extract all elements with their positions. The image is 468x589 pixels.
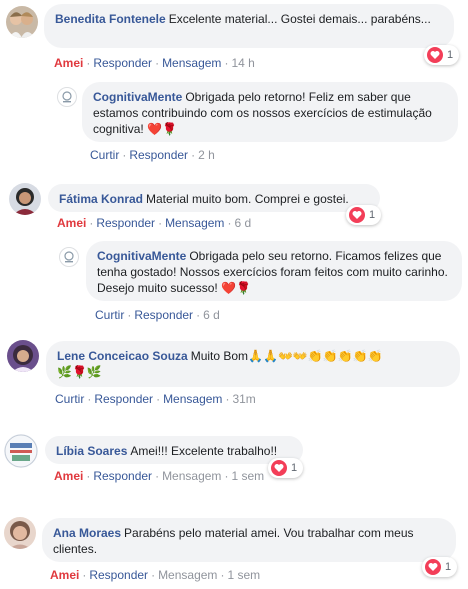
cognitivamente-logo-icon[interactable] (59, 247, 79, 267)
flower-emoji: 🌿🌹🌿 (57, 365, 102, 379)
reaction-count: 1 (369, 209, 376, 221)
comment-author[interactable]: Benedita Fontenele (55, 12, 166, 26)
avatar-benedita[interactable] (6, 6, 38, 38)
comment-actions: Amei · Responder · Mensagem · 14 h (54, 56, 255, 70)
love-button[interactable]: Amei (54, 56, 83, 70)
hands-emoji: 🙏🙏👐👐👏👏👏👏👏 (248, 349, 383, 363)
love-button[interactable]: Amei (50, 568, 79, 582)
comment-author[interactable]: Líbia Soares (56, 444, 127, 458)
comment-author[interactable]: Fátima Konrad (59, 192, 143, 206)
avatar-ana[interactable] (4, 517, 36, 549)
reaction-count: 1 (445, 561, 452, 573)
timestamp[interactable]: 2 h (198, 148, 215, 162)
heart-icon (427, 47, 443, 63)
comment-text: Amei!!! Excelente trabalho!! (130, 444, 278, 458)
comment-bubble: Lene Conceicao Souza Muito Bom🙏🙏👐👐👏👏👏👏👏 🌿… (46, 341, 460, 387)
avatar-fatima[interactable] (9, 183, 41, 215)
reaction-badge[interactable]: 1 (268, 458, 304, 478)
comment-text: Material muito bom. Comprei e gostei. (146, 192, 349, 206)
message-button[interactable]: Mensagem (162, 56, 221, 70)
comment-bubble: Benedita Fontenele Excelente material... … (44, 4, 454, 48)
comment-bubble: Líbia Soares Amei!!! Excelente trabalho!! (45, 436, 303, 464)
comment-author[interactable]: Lene Conceicao Souza (57, 349, 188, 363)
comment-text: Muito Bom (190, 349, 249, 363)
reply-button[interactable]: Responder (129, 148, 188, 162)
heart-icon (425, 559, 441, 575)
comment-actions: Amei · Responder · Mensagem · 6 d (57, 216, 252, 230)
avatar-libia[interactable] (4, 434, 38, 468)
cognitivamente-logo-icon[interactable] (57, 87, 77, 107)
love-button[interactable]: Amei (54, 469, 83, 483)
reply-button[interactable]: Responder (93, 56, 152, 70)
timestamp[interactable]: 14 h (231, 56, 254, 70)
avatar-lene[interactable] (7, 340, 39, 372)
reply-button[interactable]: Responder (89, 568, 148, 582)
timestamp[interactable]: 31m (232, 392, 255, 406)
comment-bubble: Ana Moraes Parabéns pelo material amei. V… (42, 518, 456, 562)
reply-bubble: CognitivaMente Obrigada pelo retorno! Fel… (82, 82, 458, 142)
reaction-badge[interactable]: 1 (422, 557, 458, 577)
timestamp[interactable]: 1 sem (231, 469, 264, 483)
timestamp[interactable]: 6 d (234, 216, 251, 230)
comment-actions: Amei · Responder · Mensagem · 1 sem (54, 469, 265, 483)
timestamp[interactable]: 1 sem (227, 568, 260, 582)
message-button[interactable]: Mensagem (162, 469, 221, 483)
reaction-count: 1 (291, 462, 298, 474)
comment-bubble: Fátima Konrad Material muito bom. Comprei… (48, 184, 380, 212)
comment-actions: Amei · Responder · Mensagem · 1 sem (50, 568, 261, 582)
comment-actions: Curtir · Responder · Mensagem · 31m (55, 392, 256, 406)
like-button[interactable]: Curtir (95, 308, 124, 322)
heart-rose-emoji: ❤️🌹 (221, 281, 251, 295)
heart-icon (349, 207, 365, 223)
reaction-badge[interactable]: 1 (346, 205, 382, 225)
heart-rose-emoji: ❤️🌹 (147, 122, 177, 136)
message-button[interactable]: Mensagem (158, 568, 217, 582)
message-button[interactable]: Mensagem (165, 216, 224, 230)
reply-button[interactable]: Responder (134, 308, 193, 322)
heart-icon (271, 460, 287, 476)
timestamp[interactable]: 6 d (203, 308, 220, 322)
reply-author[interactable]: CognitivaMente (97, 249, 186, 263)
like-button[interactable]: Curtir (90, 148, 119, 162)
reply-author[interactable]: CognitivaMente (93, 90, 182, 104)
reply-button[interactable]: Responder (96, 216, 155, 230)
like-button[interactable]: Curtir (55, 392, 84, 406)
love-button[interactable]: Amei (57, 216, 86, 230)
reply-button[interactable]: Responder (94, 392, 153, 406)
message-button[interactable]: Mensagem (163, 392, 222, 406)
reply-bubble: CognitivaMente Obrigada pelo seu retorno.… (86, 241, 462, 301)
reaction-count: 1 (447, 49, 454, 61)
comment-text: Excelente material... Gostei demais... p… (168, 12, 431, 26)
reaction-badge[interactable]: 1 (424, 45, 460, 65)
reply-button[interactable]: Responder (93, 469, 152, 483)
comment-author[interactable]: Ana Moraes (53, 526, 121, 540)
reply-actions: Curtir · Responder · 6 d (95, 308, 220, 322)
reply-actions: Curtir · Responder · 2 h (90, 148, 215, 162)
